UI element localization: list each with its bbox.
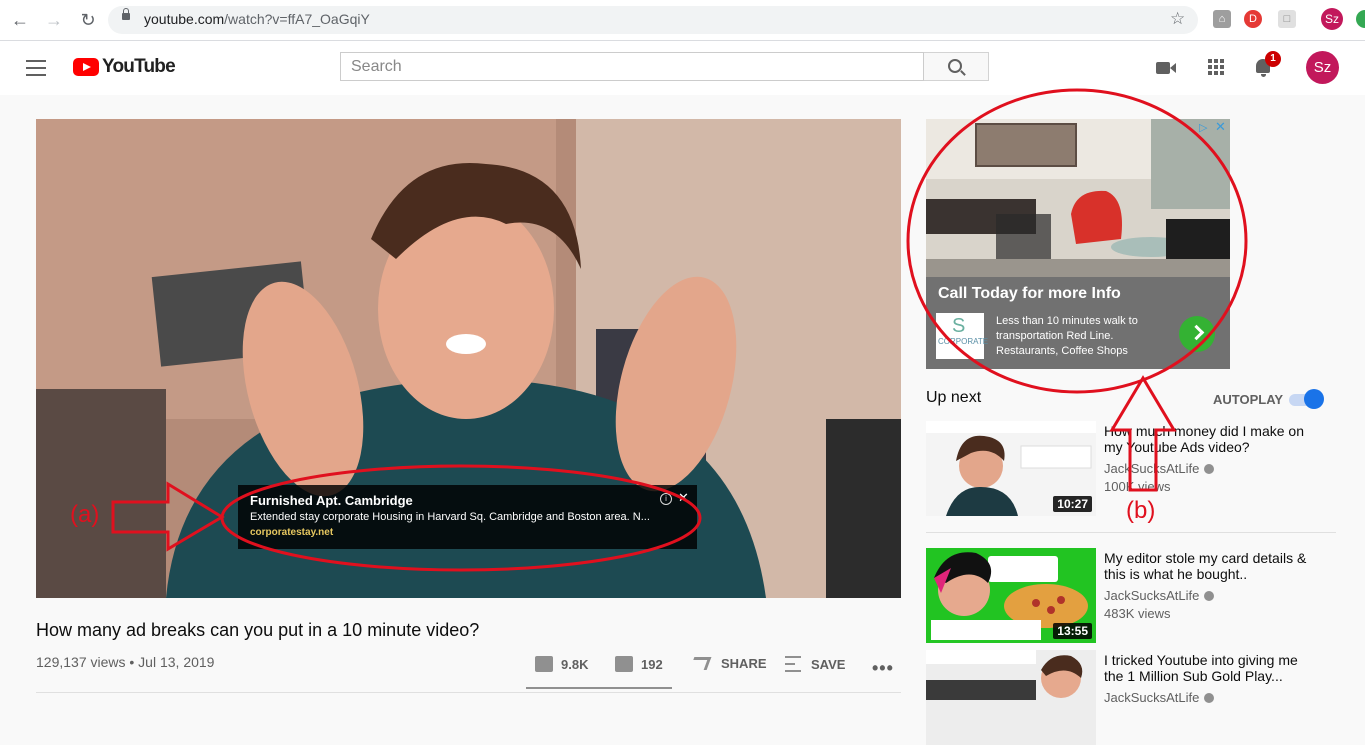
annotation-label-b: (b) (1126, 497, 1156, 524)
search-input[interactable]: Search (340, 52, 924, 81)
ad-headline[interactable]: Call Today for more Info (938, 285, 1121, 303)
extension-icon[interactable]: □ (1278, 10, 1296, 28)
verified-check-icon (1204, 591, 1215, 601)
share-icon (689, 657, 712, 670)
channel-name[interactable]: JackSucksAtLife (1104, 690, 1215, 705)
video-player[interactable]: Furnished Apt. Cambridge Extended stay c… (36, 119, 901, 598)
menu-icon[interactable] (26, 60, 46, 76)
display-ad[interactable]: Call Today for more Info S CORPORATE Les… (926, 119, 1230, 369)
info-icon[interactable]: i (660, 493, 672, 505)
playlist-add-icon (785, 656, 801, 672)
close-icon[interactable]: ✕ (678, 490, 689, 506)
notification-badge: 1 (1265, 51, 1281, 67)
channel-name[interactable]: JackSucksAtLife (1104, 461, 1215, 476)
profile-avatar[interactable]: Sz (1321, 8, 1343, 30)
divider (926, 532, 1336, 533)
overlay-ad-title[interactable]: Furnished Apt. Cambridge (250, 493, 413, 508)
back-icon[interactable]: ← (8, 8, 32, 32)
extension-icon[interactable] (1356, 10, 1365, 28)
account-avatar[interactable]: Sz (1306, 51, 1339, 84)
view-count: 483K views (1104, 606, 1171, 621)
divider (36, 692, 901, 693)
save-button[interactable]: SAVE (785, 656, 845, 672)
autoplay-toggle-knob[interactable] (1304, 389, 1324, 409)
verified-check-icon (1204, 693, 1215, 703)
video-thumbnail[interactable]: 13:55 (926, 548, 1096, 643)
adchoices-icon[interactable]: ▷ (1199, 121, 1207, 134)
video-title: How many ad breaks can you put in a 10 m… (36, 620, 480, 640)
search-icon (948, 59, 962, 73)
play-logo-icon (73, 58, 99, 76)
autoplay-label: AUTOPLAY (1213, 392, 1284, 407)
sentiment-bar (526, 687, 672, 689)
bookmark-star-icon[interactable]: ☆ (1170, 9, 1185, 29)
forward-icon[interactable]: → (42, 8, 66, 32)
ad-arrow-button[interactable] (1179, 316, 1215, 352)
verified-check-icon (1204, 464, 1215, 474)
browser-toolbar: ← → ↻ youtube.com/watch?v=ffA7_OaGqiY ☆ … (0, 0, 1365, 41)
ad-photo (926, 119, 1230, 277)
up-next-label: Up next (926, 389, 982, 406)
more-actions-icon[interactable]: ••• (872, 658, 894, 679)
reload-icon[interactable]: ↻ (76, 8, 100, 32)
create-video-icon[interactable] (1155, 57, 1177, 79)
extension-icon[interactable]: ⌂ (1213, 10, 1231, 28)
url-text: youtube.com/watch?v=ffA7_OaGqiY (144, 11, 370, 27)
recommended-video-title[interactable]: I tricked Youtube into giving me the 1 M… (1104, 652, 1314, 684)
recommended-video[interactable]: 13:55 My editor stole my card details & … (926, 548, 1336, 643)
address-bar[interactable]: youtube.com/watch?v=ffA7_OaGqiY ☆ (108, 6, 1198, 34)
ad-body-text: Less than 10 minutes walk to transportat… (996, 315, 1138, 357)
overlay-ad[interactable]: Furnished Apt. Cambridge Extended stay c… (238, 485, 697, 549)
view-count: 100K views (1104, 479, 1171, 494)
apps-grid-icon[interactable] (1206, 57, 1228, 79)
overlay-ad-description: Extended stay corporate Housing in Harva… (250, 511, 650, 523)
youtube-logo[interactable]: YouTube (73, 56, 176, 78)
extension-icon[interactable]: D (1244, 10, 1262, 28)
channel-name[interactable]: JackSucksAtLife (1104, 588, 1215, 603)
dislike-button[interactable]: 192 (615, 656, 663, 672)
video-thumbnail[interactable]: 10:27 (926, 421, 1096, 516)
close-icon[interactable]: ✕ (1215, 119, 1226, 135)
recommended-video-title[interactable]: How much money did I make on my Youtube … (1104, 423, 1314, 455)
youtube-header: YouTube Search Sz (0, 41, 1365, 95)
annotation-label-a: (a) (70, 501, 100, 528)
thumbs-down-icon (615, 656, 633, 672)
search-button[interactable] (924, 52, 989, 81)
recommended-video[interactable]: I tricked Youtube into giving me the 1 M… (926, 650, 1336, 745)
recommended-video-title[interactable]: My editor stole my card details & this i… (1104, 550, 1314, 582)
video-meta: 129,137 views • Jul 13, 2019 (36, 654, 215, 670)
advertiser-logo: S CORPORATE (936, 313, 988, 359)
share-button[interactable]: SHARE (689, 656, 767, 671)
thumbs-up-icon (535, 656, 553, 672)
overlay-ad-url[interactable]: corporatestay.net (250, 527, 333, 538)
video-thumbnail[interactable] (926, 650, 1096, 745)
like-button[interactable]: 9.8K (535, 656, 588, 672)
lock-icon (122, 8, 130, 20)
